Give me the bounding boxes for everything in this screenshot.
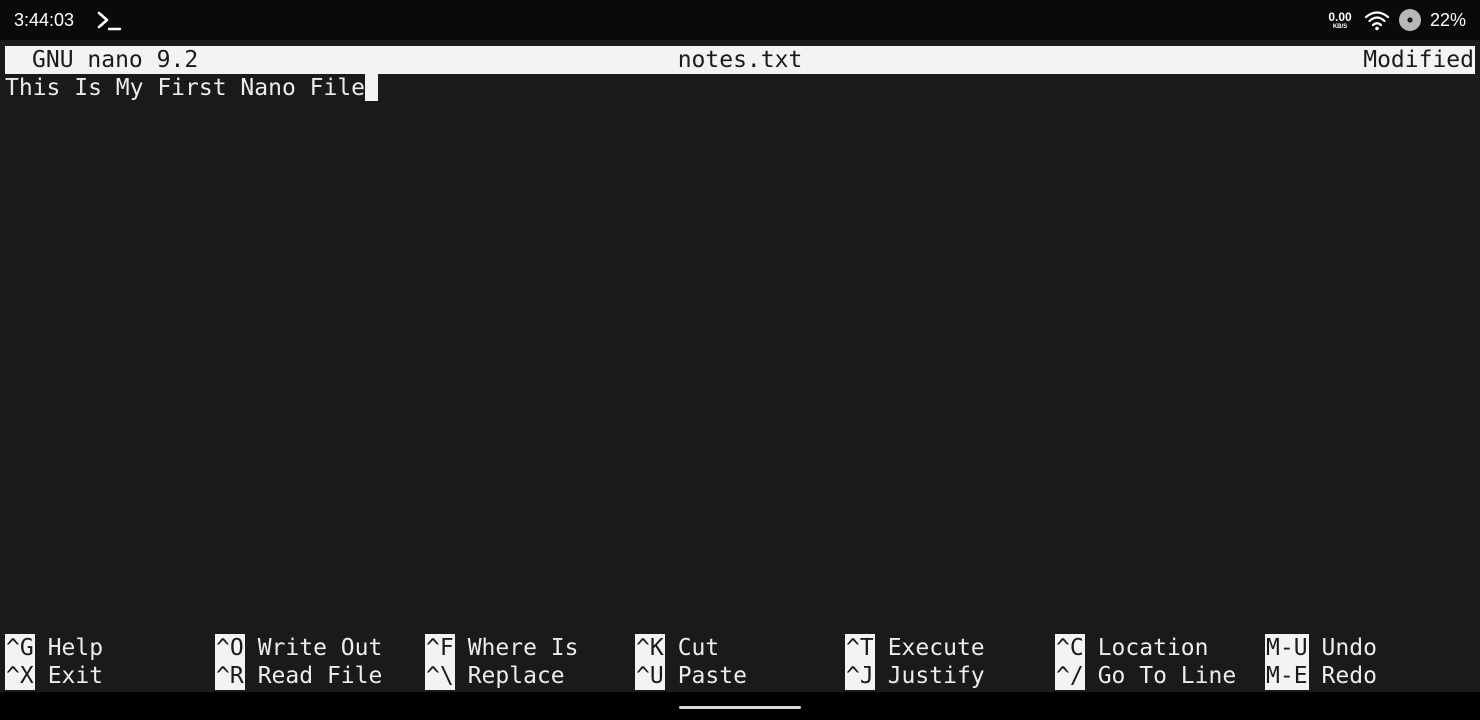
shortcut-key: ^U	[635, 662, 665, 690]
terminal-icon	[97, 11, 122, 31]
shortcut-label: Help	[47, 635, 104, 661]
shortcut-key: ^F	[425, 634, 455, 662]
shortcut-redo[interactable]: M-E Redo	[1265, 662, 1377, 690]
notification-dot-icon	[1399, 9, 1421, 31]
shortcut-read-file[interactable]: ^R Read File	[215, 662, 382, 690]
shortcut-label: Cut	[677, 635, 720, 661]
shortcut-key: ^G	[5, 634, 35, 662]
shortcut-undo[interactable]: M-U Undo	[1265, 634, 1377, 662]
battery-percentage: 22%	[1430, 10, 1467, 30]
shortcut-key: M-E	[1265, 662, 1309, 690]
status-bar: 3:44:03 0.00 KB/S 22%	[0, 0, 1480, 40]
shortcut-justify[interactable]: ^J Justify	[845, 662, 985, 690]
shortcut-paste[interactable]: ^U Paste	[635, 662, 747, 690]
shortcut-write-out[interactable]: ^O Write Out	[215, 634, 382, 662]
network-speed-value: 0.00	[1328, 10, 1352, 24]
editor-text-line[interactable]: This Is My First Nano File	[5, 74, 379, 102]
shortcut-label: Exit	[47, 663, 104, 689]
editor-line-text[interactable]: This Is My First Nano File	[5, 75, 365, 101]
shortcut-label: Paste	[677, 663, 747, 689]
shortcut-label: Read File	[257, 663, 383, 689]
shortcut-label: Execute	[887, 635, 985, 661]
shortcut-key: ^R	[215, 662, 245, 690]
shortcut-key: M-U	[1265, 634, 1309, 662]
shortcut-key: ^T	[845, 634, 875, 662]
network-speed-indicator: 0.00 KB/S	[1324, 11, 1356, 30]
home-gesture-handle[interactable]	[679, 706, 801, 709]
shortcut-exit[interactable]: ^X Exit	[5, 662, 103, 690]
shortcut-label: Go To Line	[1097, 663, 1237, 689]
shortcut-key: ^X	[5, 662, 35, 690]
shortcut-key: ^J	[845, 662, 875, 690]
shortcut-where-is[interactable]: ^F Where Is	[425, 634, 578, 662]
file-name: notes.txt	[677, 47, 803, 73]
shortcut-label: Redo	[1321, 663, 1377, 689]
status-time: 3:44:03	[14, 10, 75, 30]
shortcut-go-to-line[interactable]: ^/ Go To Line	[1055, 662, 1236, 690]
shortcut-execute[interactable]: ^T Execute	[845, 634, 985, 662]
shortcut-key: ^/	[1055, 662, 1085, 690]
shortcut-key: ^O	[215, 634, 245, 662]
shortcut-key: ^\	[425, 662, 455, 690]
text-cursor	[365, 74, 379, 101]
modified-status: Modified	[1363, 47, 1474, 73]
terminal-window[interactable]: GNU nano 9.2 notes.txt Modified This Is …	[0, 40, 1480, 692]
wifi-icon	[1364, 11, 1390, 31]
shortcut-label: Location	[1097, 635, 1209, 661]
shortcut-cut[interactable]: ^K Cut	[635, 634, 719, 662]
nano-title-bar: GNU nano 9.2 notes.txt Modified	[5, 46, 1475, 74]
shortcut-help[interactable]: ^G Help	[5, 634, 103, 662]
shortcut-label: Undo	[1321, 635, 1377, 661]
shortcut-label: Where Is	[467, 635, 579, 661]
shortcut-label: Write Out	[257, 635, 383, 661]
shortcut-replace[interactable]: ^\ Replace	[425, 662, 565, 690]
shortcut-key: ^C	[1055, 634, 1085, 662]
shortcut-key: ^K	[635, 634, 665, 662]
shortcut-label: Replace	[467, 663, 565, 689]
navigation-bar	[0, 692, 1480, 720]
shortcut-label: Justify	[887, 663, 985, 689]
network-speed-unit: KB/S	[1332, 24, 1348, 30]
shortcut-location[interactable]: ^C Location	[1055, 634, 1208, 662]
